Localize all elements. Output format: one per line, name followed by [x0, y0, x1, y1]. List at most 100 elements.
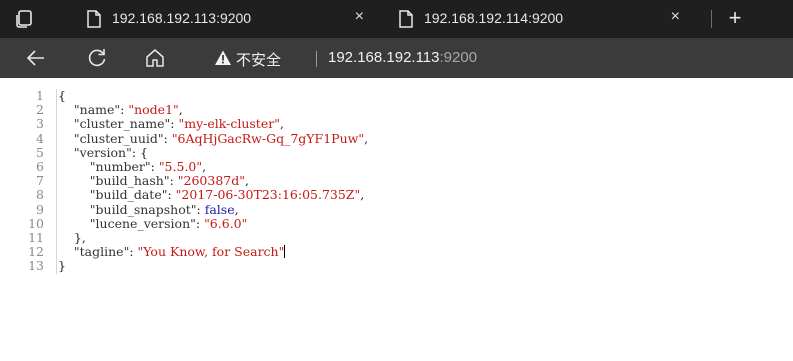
json-key: "tagline"	[73, 244, 130, 260]
json-punctuation: : {	[131, 144, 148, 160]
line-number: 5	[36, 144, 44, 160]
page-icon	[86, 10, 102, 28]
json-punctuation: {	[58, 88, 66, 103]
json-punctuation: ,	[178, 102, 183, 118]
json-literal: false	[204, 201, 235, 217]
json-string: "You Know, for Search"	[137, 244, 285, 260]
line-number: 9	[36, 201, 44, 217]
code-text: "number": "5.5.0",	[48, 159, 206, 174]
tab-title: 192.168.192.114:9200	[424, 10, 564, 26]
address-bar[interactable]: 不安全 192.168.192.113:9200	[204, 42, 793, 74]
code-text: }	[48, 258, 66, 273]
json-punctuation: },	[73, 229, 86, 245]
json-key: "build_snapshot"	[89, 201, 197, 217]
new-tab-button[interactable]: +	[722, 5, 748, 31]
tab-inactive[interactable]: 192.168.192.114:9200 ×	[394, 0, 698, 38]
url-host: 192.168.192.113	[328, 49, 440, 66]
code-text: "build_date": "2017-06-30T23:16:05.735Z"…	[48, 187, 364, 202]
code-line: 5 "version": {	[0, 144, 368, 160]
line-number: 2	[36, 102, 44, 118]
json-key: "version"	[73, 144, 132, 160]
code-text: "lucene_version": "6.6.0"	[48, 215, 248, 231]
code-text: },	[48, 230, 86, 245]
url-text[interactable]: 192.168.192.113:9200	[328, 49, 477, 66]
code-line: 12 "tagline": "You Know, for Search"	[0, 244, 368, 260]
security-status-label[interactable]: 不安全	[236, 49, 281, 70]
code-text: "cluster_uuid": "6AqHjGacRw-Gq_7gYF1Puw"…	[48, 131, 368, 146]
refresh-icon[interactable]	[85, 46, 109, 70]
code-line: 9 "build_snapshot": false,	[0, 201, 368, 217]
line-number: 13	[28, 258, 44, 274]
code-line: 11 },	[0, 229, 368, 245]
json-key: "build_hash"	[89, 173, 170, 189]
json-punctuation: ,	[244, 173, 249, 189]
tab-actions-icon[interactable]	[14, 9, 34, 29]
warning-icon[interactable]	[214, 49, 232, 67]
code-text: "build_hash": "260387d",	[48, 173, 249, 188]
home-icon[interactable]	[143, 46, 167, 70]
json-punctuation: ,	[279, 116, 284, 132]
code-line: 3 "cluster_name": "my-elk-cluster",	[0, 117, 368, 131]
tab-active[interactable]: 192.168.192.113:9200 ×	[82, 0, 382, 38]
line-number: 10	[28, 215, 44, 231]
line-number: 1	[36, 88, 44, 103]
json-punctuation: :	[163, 130, 172, 146]
line-number: 8	[36, 187, 44, 203]
json-key: "lucene_version"	[89, 215, 196, 231]
json-punctuation: :	[195, 215, 205, 231]
tab-title: 192.168.192.113:9200	[112, 10, 252, 26]
json-viewer[interactable]: 1{2 "name": "node1", 3 "cluster_name": "m…	[0, 88, 368, 273]
address-separator	[316, 51, 317, 67]
json-punctuation: :	[196, 201, 205, 217]
close-icon[interactable]: ×	[355, 8, 364, 26]
json-punctuation: :	[150, 158, 159, 174]
code-line: 10 "lucene_version": "6.6.0"	[0, 215, 368, 231]
code-text: "cluster_name": "my-elk-cluster",	[48, 116, 284, 131]
page-icon	[398, 10, 414, 28]
line-number: 12	[28, 244, 44, 260]
code-line: 4 "cluster_uuid": "6AqHjGacRw-Gq_7gYF1Pu…	[0, 130, 368, 146]
close-icon[interactable]: ×	[671, 8, 680, 26]
line-number: 3	[36, 116, 44, 132]
json-punctuation: :	[129, 244, 138, 260]
back-icon[interactable]	[24, 46, 48, 70]
json-key: "cluster_uuid"	[73, 130, 164, 146]
text-caret	[284, 245, 286, 259]
json-string: "6AqHjGacRw-Gq_7gYF1Puw"	[171, 130, 365, 146]
json-string: "260387d"	[177, 173, 245, 189]
code-text: {	[48, 88, 66, 103]
navigation-toolbar: 不安全 192.168.192.113:9200	[0, 38, 793, 78]
code-line: 2 "name": "node1",	[0, 102, 368, 118]
line-number: 4	[36, 130, 44, 146]
json-punctuation: :	[169, 173, 178, 189]
json-key: "cluster_name"	[73, 116, 171, 132]
url-port: :9200	[439, 49, 478, 66]
json-punctuation: :	[167, 187, 176, 203]
code-line: 7 "build_hash": "260387d",	[0, 173, 368, 189]
line-number: 6	[36, 158, 44, 174]
line-number: 7	[36, 173, 44, 189]
code-text: "build_snapshot": false,	[48, 202, 239, 217]
code-line: 8 "build_date": "2017-06-30T23:16:05.735…	[0, 188, 368, 202]
code-line: 6 "number": "5.5.0",	[0, 158, 368, 174]
tab-divider	[711, 10, 712, 28]
json-key: "build_date"	[89, 187, 168, 203]
json-key: "number"	[89, 158, 151, 174]
json-string: "6.6.0"	[204, 215, 248, 231]
json-string: "5.5.0"	[158, 158, 203, 174]
json-key: "name"	[73, 102, 121, 118]
code-line: 1{	[0, 88, 368, 103]
json-punctuation: ,	[234, 201, 239, 217]
page-content: 1{2 "name": "node1", 3 "cluster_name": "m…	[0, 78, 793, 361]
json-string: "my-elk-cluster"	[178, 116, 280, 132]
code-line: 13}	[0, 259, 368, 273]
tab-bar: 192.168.192.113:9200 × 192.168.192.114:9…	[0, 0, 793, 38]
line-number: 11	[28, 229, 44, 245]
json-punctuation: ,	[360, 187, 365, 203]
code-text: "tagline": "You Know, for Search"	[48, 244, 286, 260]
json-string: "node1"	[128, 102, 179, 118]
code-text: "name": "node1",	[48, 102, 183, 117]
json-punctuation: ,	[364, 130, 369, 146]
json-punctuation: ,	[202, 158, 207, 174]
json-punctuation: }	[58, 258, 66, 274]
